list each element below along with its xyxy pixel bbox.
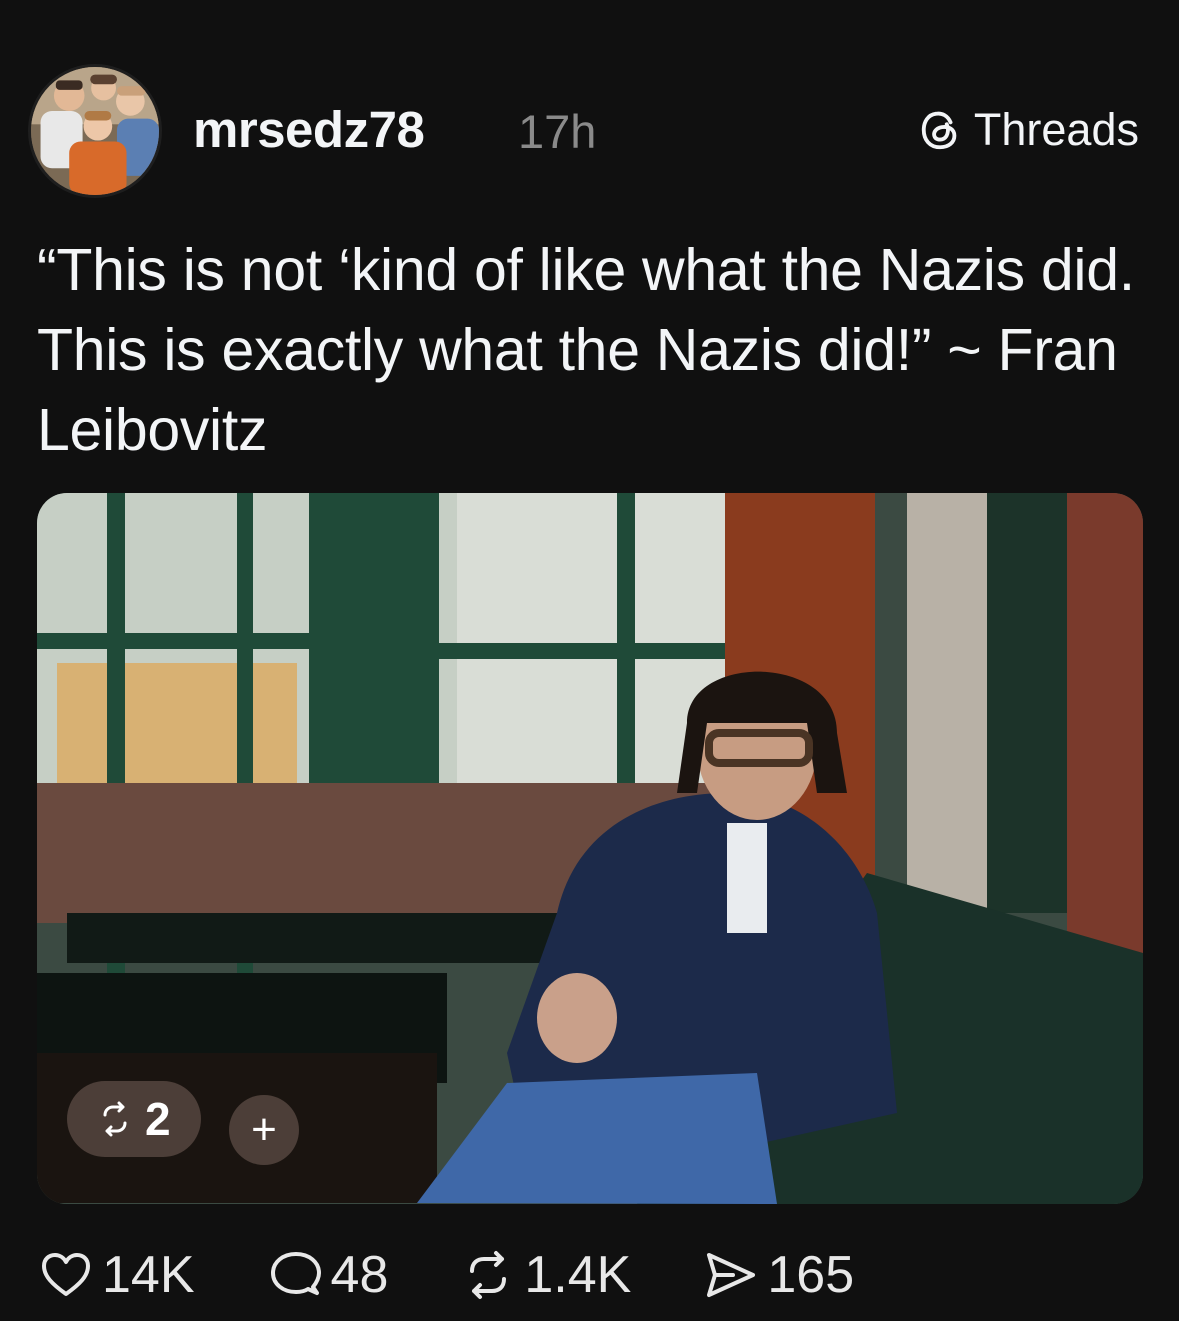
repost-icon bbox=[470, 1251, 507, 1299]
repost-chip[interactable]: 2 bbox=[67, 1081, 201, 1157]
threads-logo-icon bbox=[921, 111, 957, 150]
send-icon bbox=[707, 1253, 756, 1297]
brand-label: Threads bbox=[973, 104, 1139, 155]
username[interactable]: mrsedz78 bbox=[193, 100, 425, 159]
reply-count: 48 bbox=[330, 1246, 389, 1304]
action-bar: 14K 48 1.4K 165 bbox=[38, 1240, 926, 1310]
repost-button[interactable]: 1.4K bbox=[460, 1245, 631, 1305]
post-photo[interactable]: 2 + bbox=[37, 493, 1143, 1204]
threads-post: mrsedz78 17h Threads “This is not ‘kind … bbox=[0, 0, 1179, 1321]
comment-icon bbox=[270, 1252, 321, 1295]
reply-button[interactable]: 48 bbox=[267, 1245, 389, 1305]
photo bbox=[37, 493, 1143, 1204]
repost-chip-count: 2 bbox=[145, 1093, 171, 1145]
post-text: “This is not ‘kind of like what the Nazi… bbox=[37, 237, 1135, 463]
profile-photo bbox=[31, 67, 159, 195]
avatar[interactable] bbox=[28, 64, 162, 198]
like-button[interactable]: 14K bbox=[38, 1245, 195, 1305]
heart-icon bbox=[42, 1253, 90, 1296]
share-button[interactable]: 165 bbox=[703, 1245, 854, 1305]
add-button[interactable]: + bbox=[229, 1095, 299, 1165]
like-count: 14K bbox=[102, 1246, 195, 1304]
timestamp: 17h bbox=[518, 105, 597, 158]
share-count: 165 bbox=[767, 1246, 855, 1304]
repost-count: 1.4K bbox=[524, 1246, 632, 1304]
threads-brand[interactable]: Threads bbox=[918, 104, 1139, 156]
repost-icon bbox=[103, 1101, 127, 1137]
